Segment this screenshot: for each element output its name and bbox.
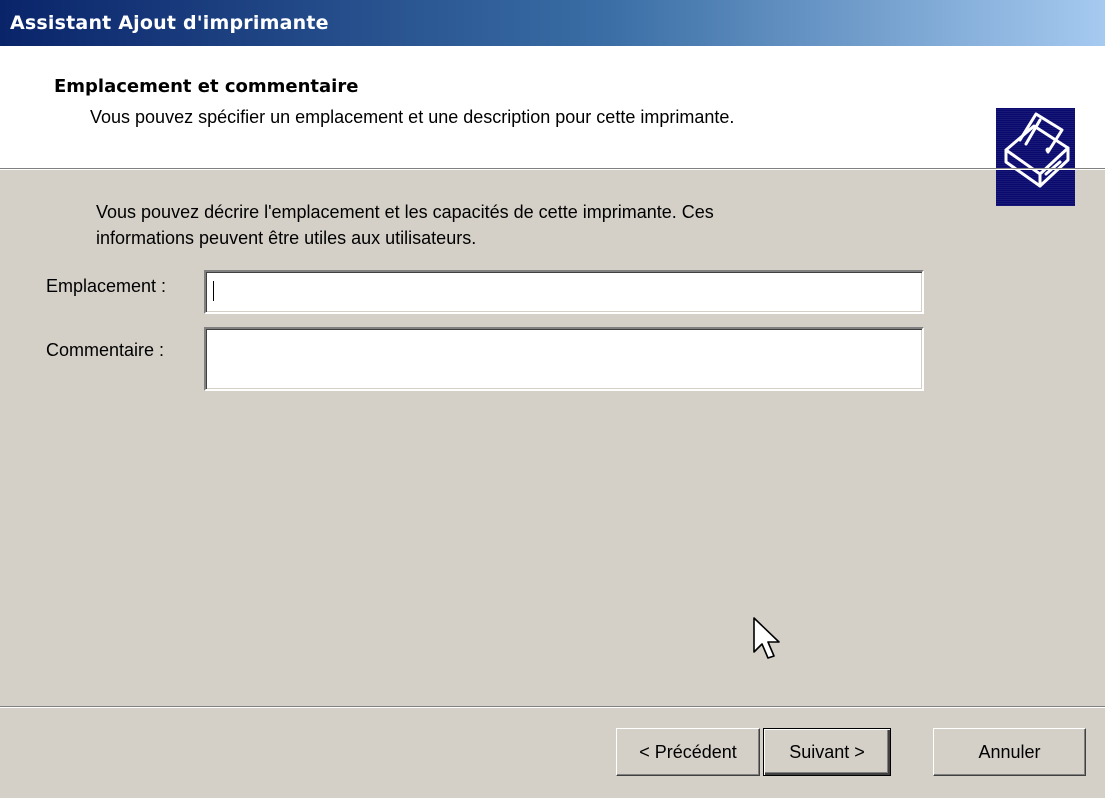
page-title: Emplacement et commentaire — [54, 76, 359, 97]
page-subtitle: Vous pouvez spécifier un emplacement et … — [90, 107, 735, 127]
add-printer-wizard-window: Assistant Ajout d'imprimante Emplacement… — [0, 0, 1105, 798]
text-caret — [213, 281, 214, 301]
intro-text: Vous pouvez décrire l'emplacement et les… — [96, 199, 896, 251]
header-divider-highlight — [0, 169, 1105, 170]
back-button[interactable]: < Précédent — [616, 728, 760, 776]
next-button[interactable]: Suivant > — [763, 728, 891, 776]
footer-divider-highlight — [0, 707, 1105, 708]
comment-field[interactable] — [204, 327, 924, 391]
title-bar[interactable]: Assistant Ajout d'imprimante — [0, 0, 1105, 46]
comment-label: Commentaire : — [46, 340, 165, 360]
intro-line-2: informations peuvent être utiles aux uti… — [96, 228, 477, 248]
arrow-cursor-icon — [752, 616, 782, 664]
wizard-header: Emplacement et commentaire Vous pouvez s… — [0, 46, 1105, 206]
cancel-button[interactable]: Annuler — [933, 728, 1086, 776]
location-label: Emplacement : — [46, 276, 167, 296]
location-field[interactable] — [204, 270, 924, 314]
printer-icon — [996, 108, 1075, 206]
window-title: Assistant Ajout d'imprimante — [10, 12, 329, 34]
intro-line-1: Vous pouvez décrire l'emplacement et les… — [96, 202, 714, 222]
